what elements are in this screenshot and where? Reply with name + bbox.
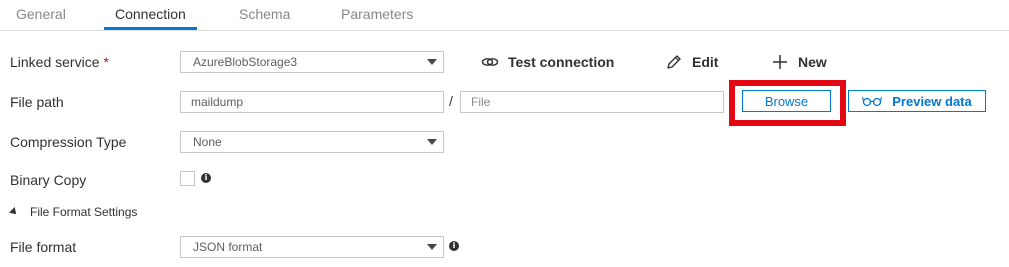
linked-service-select[interactable]: AzureBlobStorage3 xyxy=(180,51,444,73)
tab-connection[interactable]: Connection xyxy=(115,6,186,22)
chevron-down-icon xyxy=(427,139,437,145)
new-button[interactable]: New xyxy=(770,52,827,72)
tab-bar: General Connection Schema Parameters xyxy=(0,0,1009,31)
file-format-select[interactable]: JSON format xyxy=(180,236,444,258)
compression-type-select[interactable]: None xyxy=(180,131,444,153)
binary-copy-checkbox[interactable] xyxy=(180,171,195,186)
preview-data-button[interactable]: Preview data xyxy=(848,90,986,112)
test-connection-button[interactable]: Test connection xyxy=(480,52,614,72)
active-tab-indicator xyxy=(104,27,197,30)
tab-general[interactable]: General xyxy=(16,6,66,22)
file-input[interactable] xyxy=(460,91,724,113)
info-icon[interactable]: i xyxy=(201,173,211,183)
collapse-triangle-icon xyxy=(9,207,19,217)
tab-parameters[interactable]: Parameters xyxy=(341,6,413,22)
pencil-icon xyxy=(667,55,681,69)
path-separator: / xyxy=(449,93,453,109)
required-marker: * xyxy=(103,54,109,70)
edit-label: Edit xyxy=(692,54,719,70)
chevron-down-icon xyxy=(427,244,437,250)
file-format-settings-toggle[interactable]: File Format Settings xyxy=(9,205,138,219)
edit-button[interactable]: Edit xyxy=(664,52,718,72)
plus-icon xyxy=(773,55,787,69)
test-connection-label: Test connection xyxy=(508,54,615,70)
file-format-value: JSON format xyxy=(193,240,263,254)
tab-schema[interactable]: Schema xyxy=(239,6,290,22)
highlight-box xyxy=(729,80,846,126)
glasses-icon xyxy=(862,96,883,107)
link-icon xyxy=(481,58,499,66)
binary-copy-label: Binary Copy xyxy=(10,172,87,188)
new-label: New xyxy=(798,54,827,70)
container-input[interactable] xyxy=(180,91,444,113)
linked-service-value: AzureBlobStorage3 xyxy=(193,55,298,69)
chevron-down-icon xyxy=(427,59,437,65)
file-format-label: File format xyxy=(10,239,77,255)
preview-data-label: Preview data xyxy=(892,93,972,109)
info-icon[interactable]: i xyxy=(449,241,459,251)
linked-service-label-text: Linked service xyxy=(10,54,100,70)
file-format-settings-label: File Format Settings xyxy=(30,205,138,219)
compression-type-value: None xyxy=(193,135,222,149)
compression-type-label: Compression Type xyxy=(10,134,127,150)
file-path-label: File path xyxy=(10,94,64,110)
linked-service-label: Linked service * xyxy=(10,54,109,70)
